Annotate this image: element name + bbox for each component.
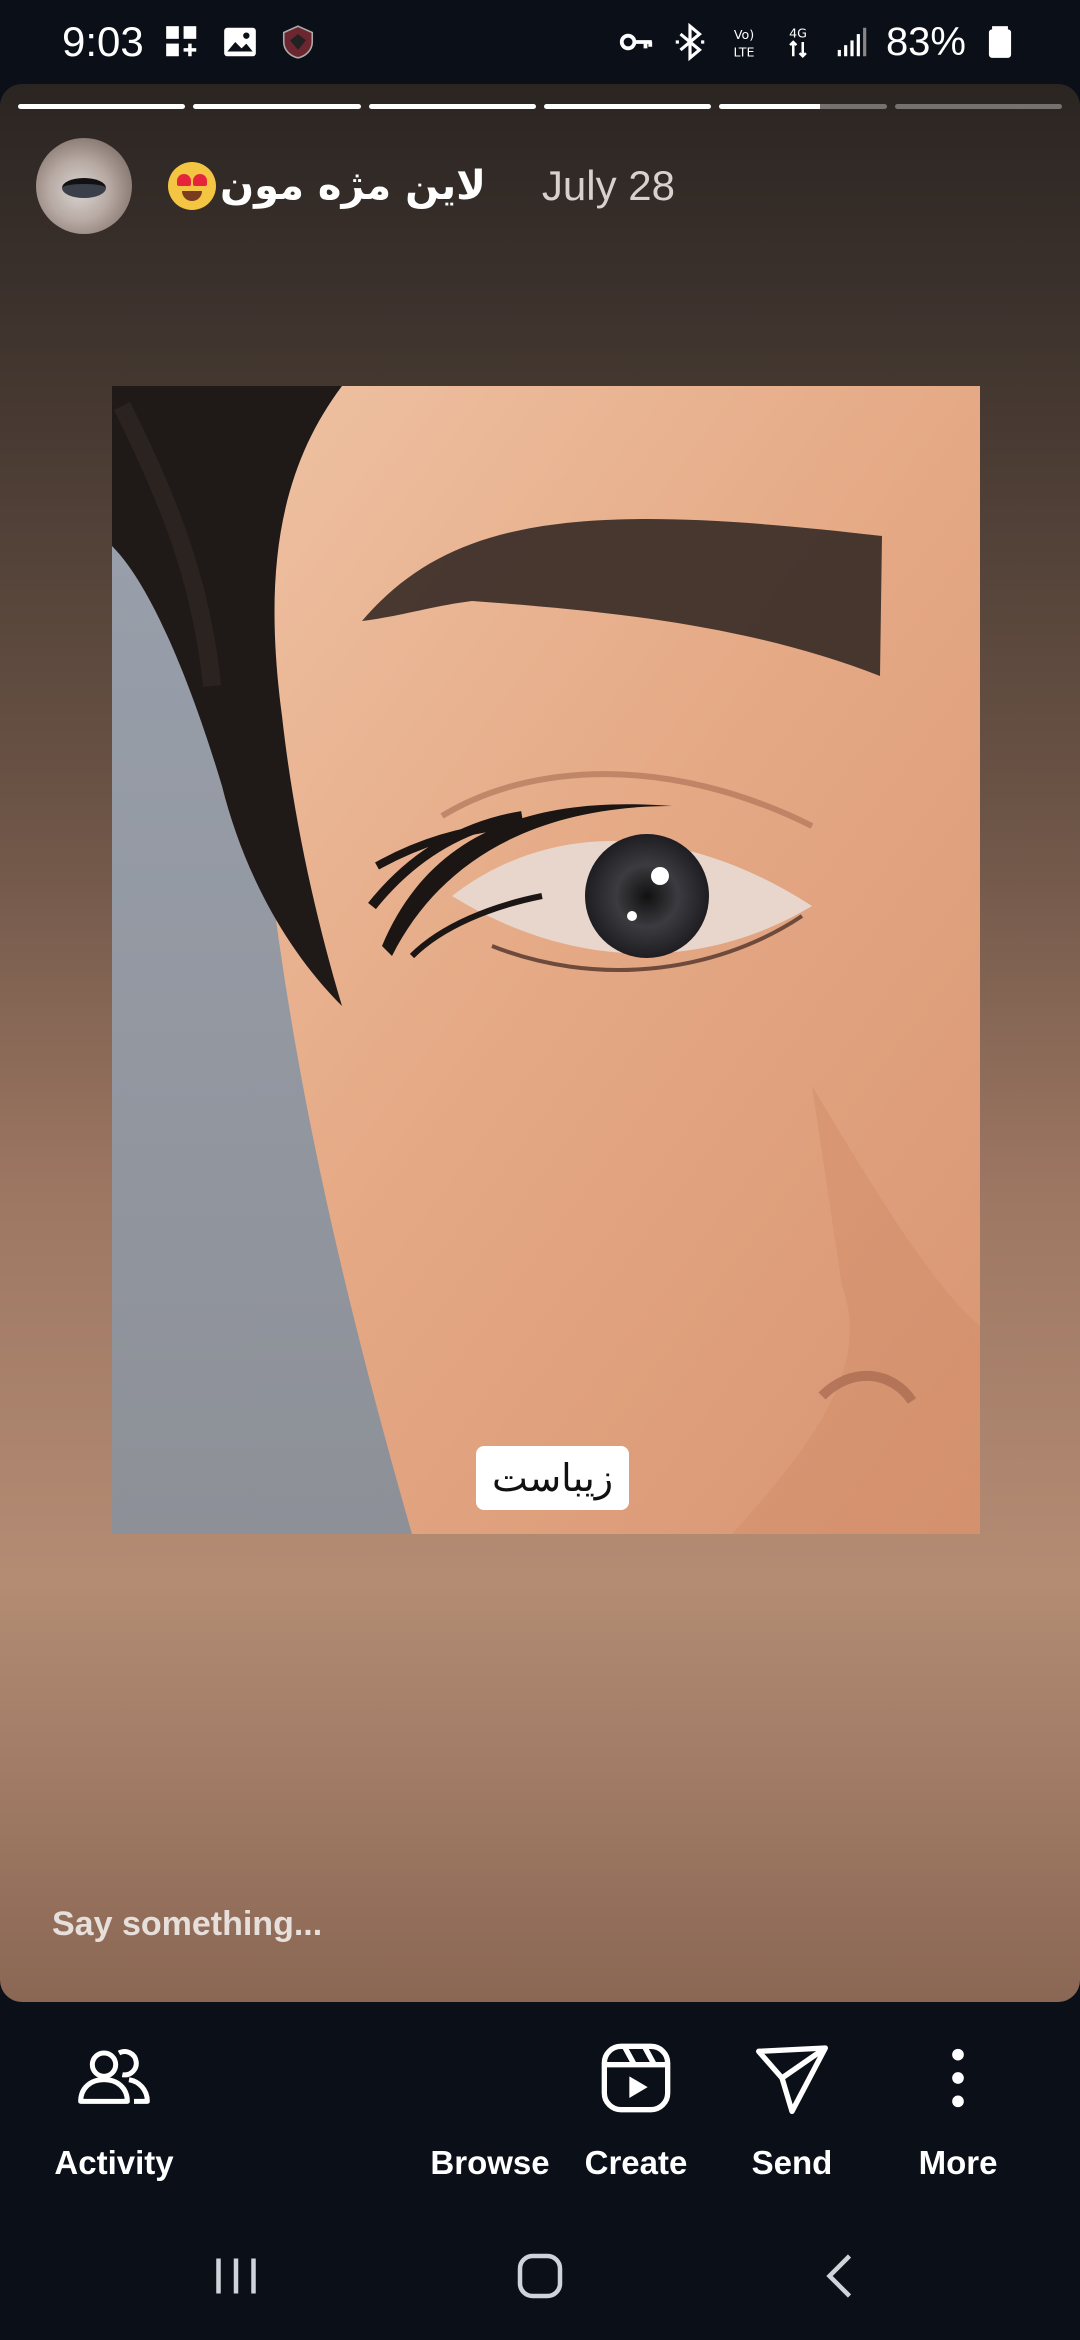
progress-segment [368,104,536,109]
progress-segment [719,104,887,109]
activity-button[interactable]: Activity [24,2038,204,2182]
recents-icon [216,2258,256,2294]
story-progress [18,104,1062,110]
svg-text:LTE: LTE [733,44,754,59]
people-icon [78,2049,150,2104]
username-wrap[interactable]: لاین مژه مون [168,162,486,210]
key-icon [616,22,656,62]
progress-fill [368,104,536,109]
progress-segment [193,104,361,109]
more-label: More [918,2144,998,2181]
story-viewer[interactable]: لاین مژه مون July 28 زیباست Say somethin… [0,84,1080,2002]
battery-percent: 83% [885,19,966,64]
send-label: Send [751,2144,833,2181]
4g-data-icon: 4G [778,22,818,62]
story-sticker: زیباست [476,1446,630,1510]
progress-segment [543,104,712,109]
story-header: لاین مژه مون July 28 [36,138,675,234]
more-button[interactable]: More [868,2038,1048,2182]
signal-icon [832,22,872,62]
gallery-icon [220,22,260,62]
svg-text:4G: 4G [789,25,807,40]
battery-icon [980,22,1020,62]
dashboard-plus-icon [162,22,202,62]
browse-icon [450,2038,530,2118]
progress-segment [18,104,186,109]
paper-plane-icon [756,2045,828,2114]
progress-fill [18,104,186,109]
status-left: 9:03 [62,18,318,66]
status-time: 9:03 [62,18,144,65]
avatar[interactable] [36,138,132,234]
browse-label: Browse [430,2144,550,2181]
more-vertical-icon [952,2048,964,2108]
status-right: Vo) LTE 4G 83% [616,20,1020,65]
status-bar: 9:03 Vo) LTE 4G 83% [0,0,1080,84]
reply-input[interactable] [50,1904,550,1945]
progress-fill [719,104,820,109]
back-button[interactable] [810,2244,874,2308]
send-button[interactable]: Send [702,2038,882,2182]
svg-text:Vo): Vo) [734,27,754,42]
home-button[interactable] [508,2244,572,2308]
app-shield-icon [278,22,318,62]
recents-button[interactable] [204,2244,268,2308]
activity-label: Activity [54,2144,174,2181]
heart-eyes-emoji-icon [168,162,216,210]
story-photo [112,386,980,1534]
system-nav-bar [0,2212,1080,2340]
back-icon [826,2254,852,2298]
home-icon [517,2253,563,2299]
story-username[interactable]: لاین مژه مون [220,163,486,209]
bluetooth-icon [670,22,710,62]
story-action-bar: Activity Browse Create Send More [0,2002,1080,2212]
reels-icon [601,2043,671,2113]
create-label: Create [584,2144,688,2181]
progress-fill [543,104,712,109]
create-button[interactable]: Create [546,2038,726,2182]
progress-fill [193,104,361,109]
story-date: July 28 [541,162,675,209]
progress-segment [894,104,1062,109]
volte-icon: Vo) LTE [724,22,764,62]
